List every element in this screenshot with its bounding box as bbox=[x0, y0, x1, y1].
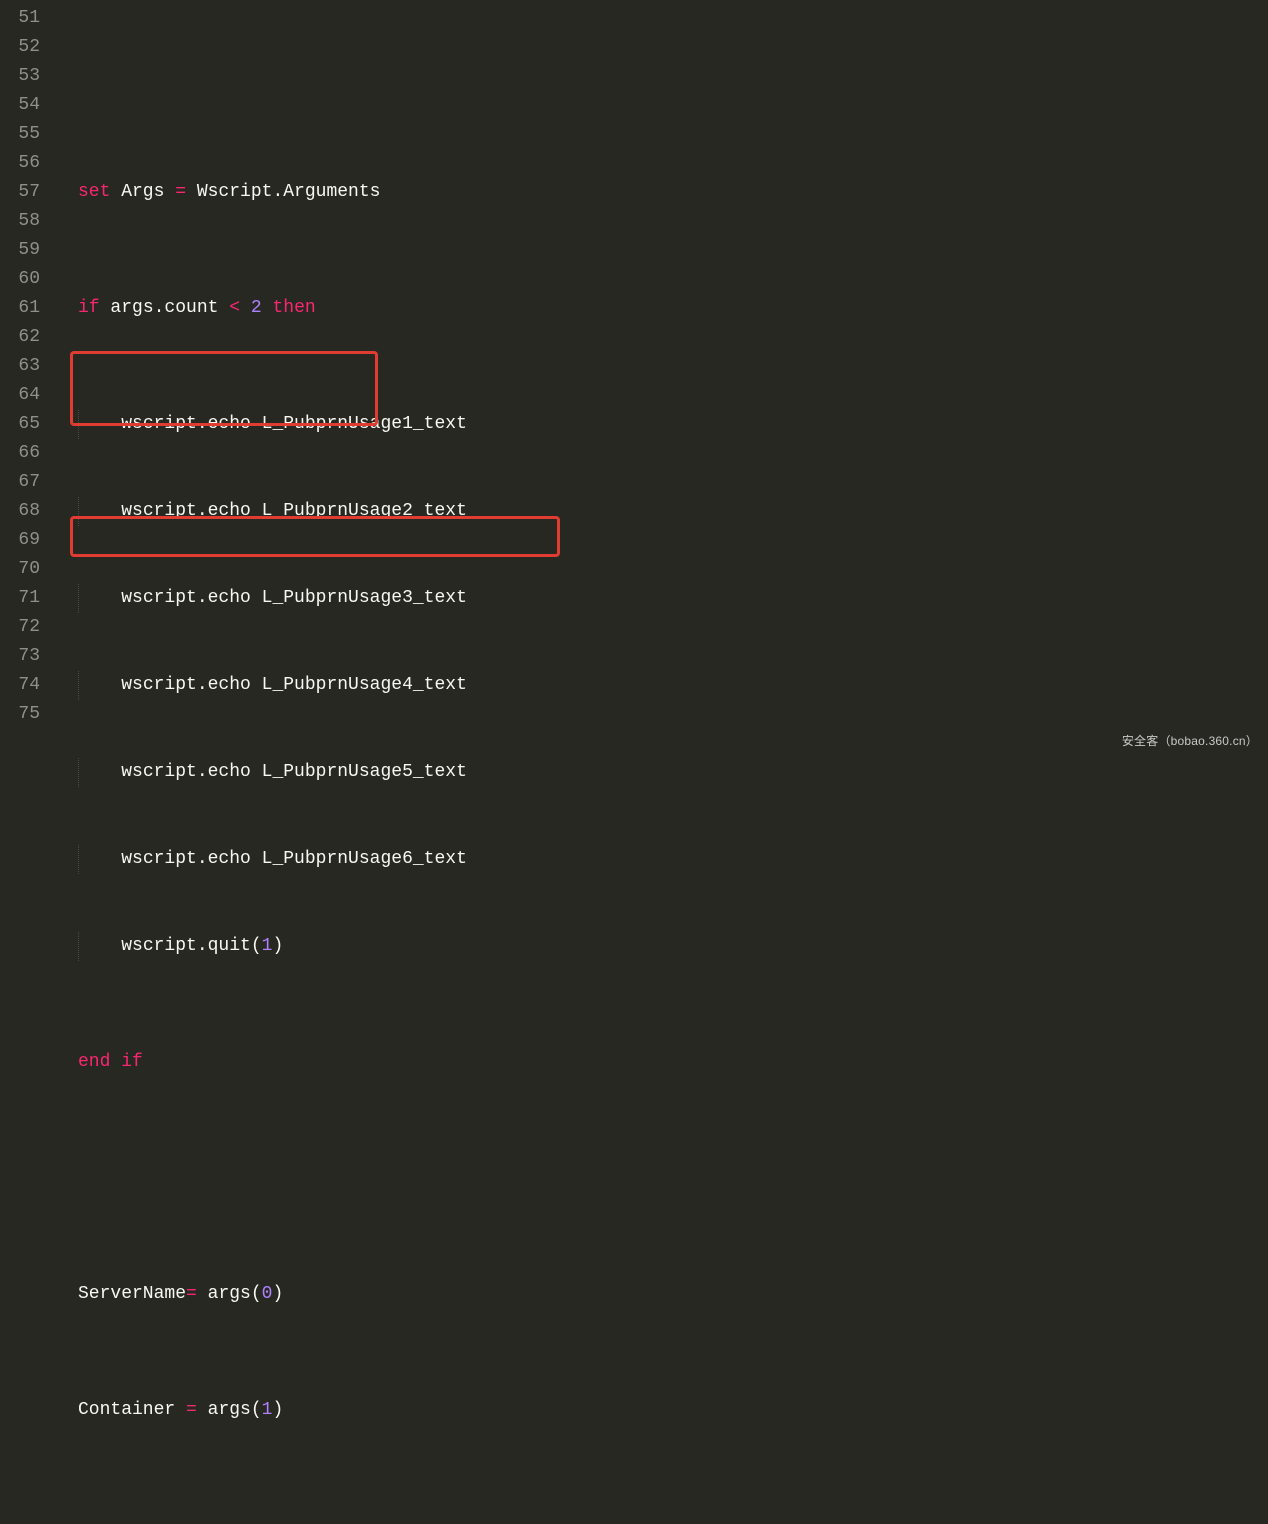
keyword: set bbox=[78, 182, 110, 202]
code-line: wscript.echo L_PubprnUsage5_text bbox=[78, 758, 899, 787]
line-number: 56 bbox=[0, 149, 40, 178]
code-text bbox=[110, 1052, 121, 1072]
line-number: 75 bbox=[0, 700, 40, 729]
line-number: 51 bbox=[0, 4, 40, 33]
code-line bbox=[78, 1164, 899, 1193]
keyword: end bbox=[78, 1052, 110, 1072]
keyword: if bbox=[78, 298, 100, 318]
code-area[interactable]: set Args = Wscript.Arguments if args.cou… bbox=[50, 0, 899, 762]
line-number: 62 bbox=[0, 323, 40, 352]
code-line: wscript.echo L_PubprnUsage3_text bbox=[78, 584, 899, 613]
line-number: 54 bbox=[0, 91, 40, 120]
line-number: 60 bbox=[0, 265, 40, 294]
keyword: then bbox=[272, 298, 315, 318]
code-line: Container = args(1) bbox=[78, 1396, 899, 1425]
line-number: 63 bbox=[0, 352, 40, 381]
code-line bbox=[78, 62, 899, 91]
line-number: 68 bbox=[0, 497, 40, 526]
code-text: wscript.echo L_PubprnUsage3_text bbox=[121, 588, 467, 608]
code-text: wscript.echo L_PubprnUsage6_text bbox=[121, 849, 467, 869]
code-text: args.count bbox=[100, 298, 230, 318]
code-text: Wscript.Arguments bbox=[186, 182, 380, 202]
code-line: if args.count < 2 then bbox=[78, 294, 899, 323]
line-number: 55 bbox=[0, 120, 40, 149]
code-text: Args bbox=[110, 182, 175, 202]
operator: = bbox=[186, 1400, 197, 1420]
line-number: 57 bbox=[0, 178, 40, 207]
code-text bbox=[262, 298, 273, 318]
keyword: if bbox=[121, 1052, 143, 1072]
number: 2 bbox=[251, 298, 262, 318]
code-line: wscript.echo L_PubprnUsage4_text bbox=[78, 671, 899, 700]
code-line: wscript.echo L_PubprnUsage1_text bbox=[78, 410, 899, 439]
code-text: wscript.echo L_PubprnUsage2_text bbox=[121, 501, 467, 521]
line-number: 64 bbox=[0, 381, 40, 410]
line-number: 59 bbox=[0, 236, 40, 265]
number: 0 bbox=[262, 1284, 273, 1304]
operator: = bbox=[175, 182, 186, 202]
code-line: wscript.echo L_PubprnUsage6_text bbox=[78, 845, 899, 874]
line-number: 73 bbox=[0, 642, 40, 671]
line-number: 74 bbox=[0, 671, 40, 700]
code-line: ServerName= args(0) bbox=[78, 1280, 899, 1309]
line-number: 71 bbox=[0, 584, 40, 613]
code-text: ) bbox=[272, 1400, 283, 1420]
code-line: set Args = Wscript.Arguments bbox=[78, 178, 899, 207]
code-line: wscript.quit(1) bbox=[78, 932, 899, 961]
code-text: ) bbox=[272, 1284, 283, 1304]
line-number: 65 bbox=[0, 410, 40, 439]
watermark: 安全客（bobao.360.cn） bbox=[1122, 727, 1258, 756]
line-number: 67 bbox=[0, 468, 40, 497]
code-line bbox=[78, 1512, 899, 1524]
line-number: 66 bbox=[0, 439, 40, 468]
line-number: 69 bbox=[0, 526, 40, 555]
code-line: wscript.echo L_PubprnUsage2_text bbox=[78, 497, 899, 526]
operator: < bbox=[229, 298, 240, 318]
operator: = bbox=[186, 1284, 197, 1304]
number: 1 bbox=[262, 936, 273, 956]
code-text: ServerName bbox=[78, 1284, 186, 1304]
code-text: args( bbox=[197, 1400, 262, 1420]
code-text: wscript.echo L_PubprnUsage1_text bbox=[121, 414, 467, 434]
code-text: Container bbox=[78, 1400, 186, 1420]
code-text: ) bbox=[272, 936, 283, 956]
code-line: end if bbox=[78, 1048, 899, 1077]
code-text bbox=[240, 298, 251, 318]
line-number: 58 bbox=[0, 207, 40, 236]
line-number: 70 bbox=[0, 555, 40, 584]
code-text: wscript.echo L_PubprnUsage4_text bbox=[121, 675, 467, 695]
line-number: 52 bbox=[0, 33, 40, 62]
number: 1 bbox=[262, 1400, 273, 1420]
line-number-gutter: 5152535455565758596061626364656667686970… bbox=[0, 0, 50, 762]
code-editor[interactable]: 5152535455565758596061626364656667686970… bbox=[0, 0, 1268, 762]
line-number: 53 bbox=[0, 62, 40, 91]
line-number: 72 bbox=[0, 613, 40, 642]
code-text: wscript.echo L_PubprnUsage5_text bbox=[121, 762, 467, 782]
line-number: 61 bbox=[0, 294, 40, 323]
code-text: args( bbox=[197, 1284, 262, 1304]
code-text: wscript.quit( bbox=[121, 936, 261, 956]
